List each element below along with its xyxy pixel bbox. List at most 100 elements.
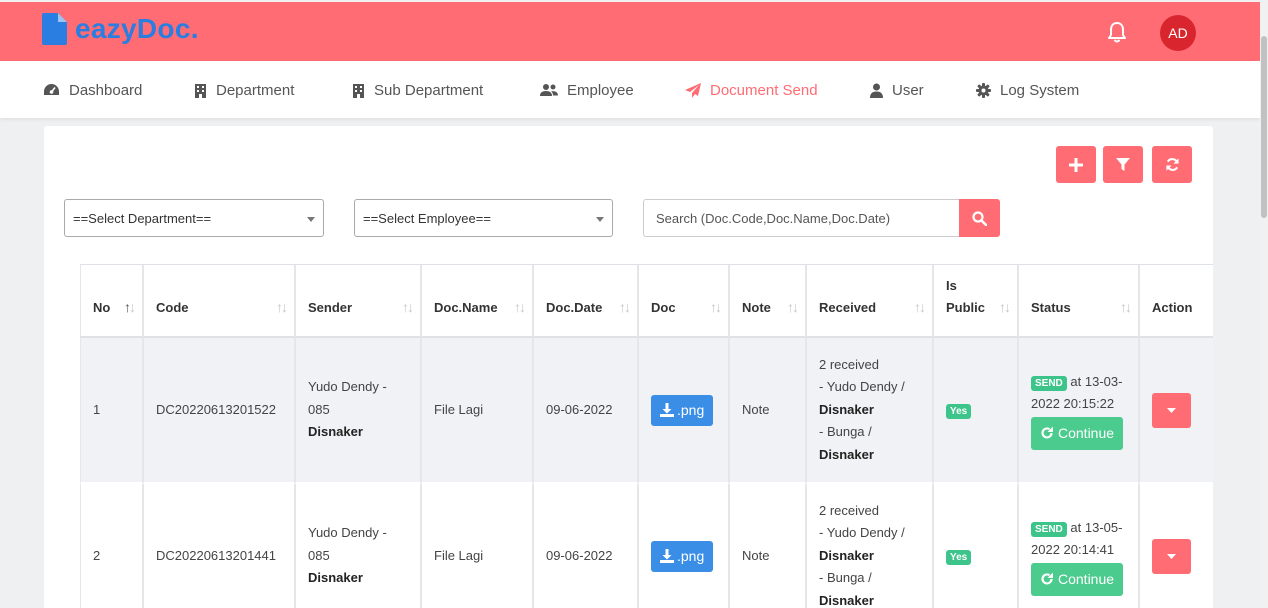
gear-icon bbox=[976, 82, 991, 98]
cell-note: Note bbox=[729, 338, 806, 484]
notification-bell-icon[interactable] bbox=[1106, 21, 1128, 43]
column-header-is-public[interactable]: Is Public ↑↓ bbox=[933, 265, 1018, 338]
continue-button[interactable]: Continue bbox=[1031, 416, 1124, 450]
department-select[interactable]: ==Select Department== bbox=[64, 199, 324, 237]
cell-doc-name: File Lagi bbox=[421, 484, 533, 608]
nav-item-department[interactable]: Department bbox=[194, 79, 294, 101]
column-header-no[interactable]: No ↑↓ bbox=[80, 265, 143, 338]
dashboard-icon bbox=[44, 84, 59, 95]
cell-code: DC20220613201441 bbox=[143, 484, 295, 608]
building-icon bbox=[353, 83, 364, 98]
add-document-button[interactable] bbox=[1056, 146, 1096, 183]
brand-logo[interactable]: eazyDoc. bbox=[42, 12, 199, 46]
search-placeholder: Search (Doc.Code,Doc.Name,Doc.Date) bbox=[656, 210, 891, 226]
action-dropdown-button[interactable] bbox=[1152, 392, 1191, 428]
cell-action bbox=[1139, 338, 1213, 484]
action-dropdown-button[interactable] bbox=[1152, 538, 1191, 574]
nav-item-employee[interactable]: Employee bbox=[540, 79, 634, 101]
sort-icon: ↑↓ bbox=[1120, 299, 1132, 315]
column-header-doc-date[interactable]: Doc.Date ↑↓ bbox=[533, 265, 638, 338]
status-badge: SEND bbox=[1031, 521, 1067, 537]
department-select-value: ==Select Department== bbox=[73, 210, 212, 226]
cell-no: 1 bbox=[80, 338, 143, 484]
sort-icon: ↑↓ bbox=[787, 299, 799, 315]
page-scrollbar[interactable] bbox=[1260, 0, 1268, 608]
cell-sender: Yudo Dendy - 085 Disnaker bbox=[295, 338, 421, 484]
nav-item-sub-department[interactable]: Sub Department bbox=[352, 79, 483, 101]
top-bar: eazyDoc. AD bbox=[0, 0, 1260, 61]
nav-label: Department bbox=[216, 81, 295, 99]
chevron-down-icon bbox=[596, 217, 604, 222]
nav-item-document-send[interactable]: Document Send bbox=[685, 79, 818, 101]
cell-code: DC20220613201522 bbox=[143, 338, 295, 484]
document-icon bbox=[42, 13, 67, 45]
column-header-received[interactable]: Received ↑↓ bbox=[806, 265, 933, 338]
main-navigation: Dashboard Department Sub Department Empl… bbox=[0, 61, 1260, 118]
sort-icon: ↑↓ bbox=[999, 299, 1011, 315]
download-icon bbox=[660, 549, 674, 563]
nav-label: Sub Department bbox=[374, 81, 484, 99]
search-input[interactable]: Search (Doc.Code,Doc.Name,Doc.Date) bbox=[643, 199, 960, 237]
nav-label: User bbox=[892, 81, 924, 99]
table-row: 2 DC20220613201441 Yudo Dendy - 085 Disn… bbox=[80, 484, 1213, 608]
status-badge: SEND bbox=[1031, 375, 1067, 391]
table-row: 1 DC20220613201522 Yudo Dendy - 085 Disn… bbox=[80, 338, 1213, 484]
column-header-status[interactable]: Status ↑↓ bbox=[1018, 265, 1139, 338]
redo-icon bbox=[1041, 572, 1053, 585]
user-icon bbox=[870, 83, 883, 98]
sort-icon: ↑↓ bbox=[514, 299, 526, 315]
cell-no: 2 bbox=[80, 484, 143, 608]
user-avatar[interactable]: AD bbox=[1160, 15, 1196, 51]
cell-is-public: Yes bbox=[933, 484, 1018, 608]
download-png-button[interactable]: .png bbox=[651, 540, 714, 572]
column-header-doc-name[interactable]: Doc.Name ↑↓ bbox=[421, 265, 533, 338]
column-header-action: Action bbox=[1139, 265, 1213, 338]
continue-button[interactable]: Continue bbox=[1031, 562, 1124, 596]
redo-icon bbox=[1041, 426, 1053, 439]
nav-label: Dashboard bbox=[69, 81, 143, 99]
cell-sender: Yudo Dendy - 085 Disnaker bbox=[295, 484, 421, 608]
nav-label: Employee bbox=[567, 81, 634, 99]
cell-doc: .png bbox=[638, 484, 729, 608]
public-badge: Yes bbox=[946, 549, 972, 565]
filter-icon bbox=[1116, 157, 1130, 171]
download-png-button[interactable]: .png bbox=[651, 394, 714, 426]
cell-status: SEND at 13-03- 2022 20:15:22 Continue bbox=[1018, 338, 1139, 484]
column-header-code[interactable]: Code ↑↓ bbox=[143, 265, 295, 338]
table-header-row: No ↑↓ Code ↑↓ Sender ↑↓ Doc.Name ↑↓ Doc.Date… bbox=[80, 265, 1213, 338]
column-header-doc[interactable]: Doc ↑↓ bbox=[638, 265, 729, 338]
download-icon bbox=[660, 403, 674, 417]
nav-item-log-system[interactable]: Log System bbox=[976, 79, 1079, 101]
paper-plane-icon bbox=[685, 82, 701, 98]
chevron-down-icon bbox=[307, 217, 315, 222]
search-icon bbox=[972, 210, 987, 226]
cell-status: SEND at 13-05- 2022 20:14:41 Continue bbox=[1018, 484, 1139, 608]
employee-select-value: ==Select Employee== bbox=[363, 210, 491, 226]
nav-item-dashboard[interactable]: Dashboard bbox=[43, 79, 142, 101]
documents-table-container[interactable]: No ↑↓ Code ↑↓ Sender ↑↓ Doc.Name ↑↓ Doc.Date… bbox=[80, 264, 1213, 608]
nav-item-user[interactable]: User bbox=[870, 79, 924, 101]
sort-asc-icon: ↑↓ bbox=[124, 299, 136, 315]
cell-doc-date: 09-06-2022 bbox=[533, 338, 638, 484]
sort-icon: ↑↓ bbox=[402, 299, 414, 315]
search-button[interactable] bbox=[959, 199, 1000, 237]
refresh-button[interactable] bbox=[1152, 146, 1192, 183]
cell-action bbox=[1139, 484, 1213, 608]
column-header-sender[interactable]: Sender ↑↓ bbox=[295, 265, 421, 338]
caret-down-icon bbox=[1167, 553, 1176, 559]
refresh-icon bbox=[1165, 158, 1179, 171]
nav-label: Document Send bbox=[710, 81, 818, 99]
sort-icon: ↑↓ bbox=[914, 299, 926, 315]
cell-note: Note bbox=[729, 484, 806, 608]
filter-button[interactable] bbox=[1103, 146, 1143, 183]
cell-is-public: Yes bbox=[933, 338, 1018, 484]
sort-icon: ↑↓ bbox=[276, 299, 288, 315]
plus-icon bbox=[1069, 157, 1083, 172]
scrollbar-thumb[interactable] bbox=[1261, 36, 1267, 218]
building-icon bbox=[195, 83, 206, 98]
caret-down-icon bbox=[1167, 407, 1176, 413]
cell-doc-date: 09-06-2022 bbox=[533, 484, 638, 608]
public-badge: Yes bbox=[946, 403, 972, 419]
employee-select[interactable]: ==Select Employee== bbox=[354, 199, 613, 237]
column-header-note[interactable]: Note ↑↓ bbox=[729, 265, 806, 338]
